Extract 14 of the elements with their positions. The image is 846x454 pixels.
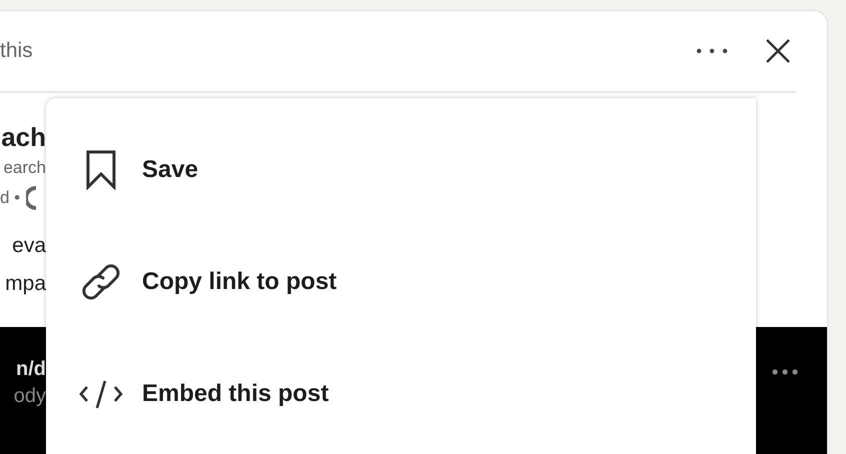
post-subtitle: earch xyxy=(3,157,46,179)
menu-item[interactable]: Embed this post xyxy=(46,338,756,450)
more-icon xyxy=(771,368,799,376)
menu-item[interactable]: Copy link to post xyxy=(46,226,756,338)
post-text: eva xyxy=(12,233,46,259)
close-icon xyxy=(765,38,791,64)
post-title: ach xyxy=(1,121,46,153)
menu-item[interactable]: Save xyxy=(46,114,756,226)
post-text: mpa xyxy=(5,271,46,297)
media-subtitle: ody xyxy=(14,384,46,409)
media-title: n/d xyxy=(16,357,46,382)
more-icon xyxy=(695,47,729,55)
post-meta: d • xyxy=(0,187,20,209)
dialog-title: this xyxy=(0,39,34,63)
